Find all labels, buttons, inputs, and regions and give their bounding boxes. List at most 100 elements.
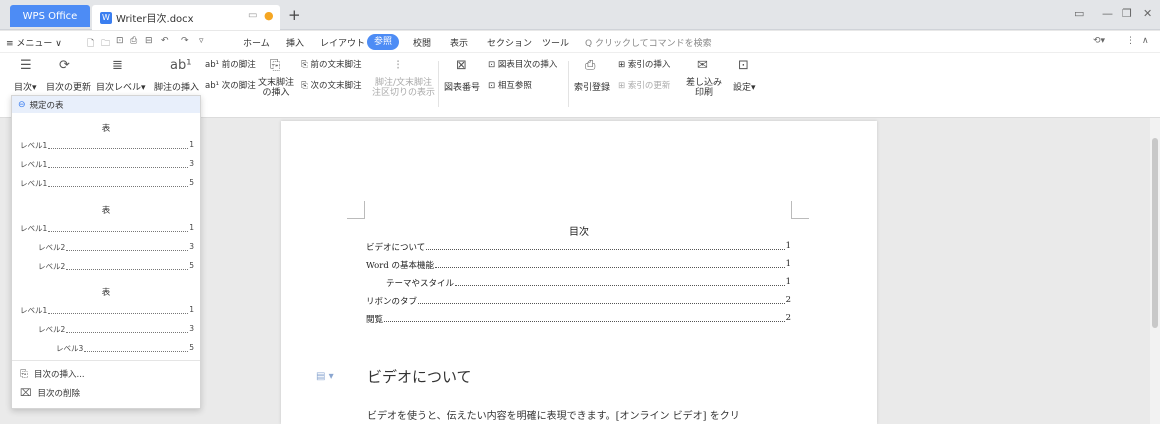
toc-preview-text: レベル1 <box>20 306 48 315</box>
ribbon-divider <box>568 61 569 107</box>
heading-1: ビデオについて <box>367 368 472 386</box>
index-entry-button[interactable]: 索引登録 <box>574 80 610 93</box>
open-icon[interactable]: 🗀 <box>101 36 110 52</box>
toc-preview-text: レベル1 <box>20 141 48 150</box>
toc-preview-text: レベル1 <box>20 160 48 169</box>
toc-entry-page: 1 <box>785 259 791 269</box>
toc-button[interactable]: 目次▾ <box>14 80 37 93</box>
mail-merge-button[interactable]: 差し込み 印刷 <box>686 78 722 98</box>
tab-home[interactable]: ホーム <box>243 36 270 49</box>
index-update-button: ⊞ 索引の更新 <box>618 81 671 91</box>
toc-preview-row: レベル1 3 <box>20 159 194 170</box>
paragraph-handle-icon[interactable]: ▤ ▾ <box>316 371 334 382</box>
title-bar: WPS Office W Writer目次.docx ▭ ● + ▭ — ❐ ✕ <box>0 0 1160 30</box>
toc-entry[interactable]: 閲覧 2 <box>366 313 791 325</box>
command-search[interactable]: Q クリックしてコマンドを検索 <box>585 36 712 49</box>
prev-endnote-button[interactable]: ⎘ 前の文末脚注 <box>301 58 362 70</box>
tab-layout[interactable]: レイアウト <box>320 36 365 49</box>
dropdown-divider <box>12 360 200 361</box>
endnote-icon[interactable]: ⎘ <box>270 58 280 73</box>
tab-section[interactable]: セクション <box>487 36 532 49</box>
toc-preview-text: レベル3 <box>56 344 84 353</box>
new-icon[interactable]: 🗋 <box>87 36 94 52</box>
index-insert-button[interactable]: ⊞ 索引の挿入 <box>618 58 670 70</box>
collapse-ribbon-icon[interactable]: ∧ <box>1142 36 1149 46</box>
settings-button[interactable]: 設定▾ <box>733 80 756 93</box>
leader-dots <box>455 277 785 286</box>
tab-references[interactable]: 参照 <box>367 34 400 50</box>
minimize-icon[interactable]: — <box>1102 7 1113 20</box>
toc-entry-text: 閲覧 <box>366 315 384 325</box>
toc-level-button[interactable]: 目次レベル▾ <box>96 80 146 93</box>
leader-dots <box>84 343 189 352</box>
delete-toc-label: 目次の削除 <box>37 389 81 399</box>
toc-preview-text: レベル2 <box>38 243 66 252</box>
toc-preview-page: 5 <box>189 261 194 270</box>
minus-circle-icon[interactable]: ⊖ <box>18 100 26 110</box>
next-footnote-button[interactable]: ab¹ 次の脚注 <box>205 79 256 91</box>
toc-entry-page: 1 <box>785 277 791 287</box>
mail-merge-icon[interactable]: ✉ <box>697 58 708 73</box>
settings-icon[interactable]: ⊡ <box>738 58 749 73</box>
document-tab[interactable]: W Writer目次.docx ▭ ● <box>92 5 280 30</box>
toc-entry[interactable]: リボンのタブ 2 <box>366 295 791 307</box>
caption-button[interactable]: 図表番号 <box>444 80 480 93</box>
prev-footnote-button[interactable]: ab¹ 前の脚注 <box>205 58 256 70</box>
toc-preview-row: レベル2 3 <box>38 242 194 253</box>
leader-dots <box>426 241 785 250</box>
cross-reference-button[interactable]: ⊡ 相互参照 <box>488 79 532 91</box>
next-endnote-button[interactable]: ⎘ 次の文末脚注 <box>301 79 362 91</box>
endnote-insert-label-1: 文末脚注 <box>258 78 295 88</box>
toc-style-label: 表 <box>101 206 111 216</box>
footnote-icon[interactable]: ab¹ <box>170 58 191 73</box>
document-tab-label: Writer目次.docx <box>116 14 194 25</box>
leader-dots <box>418 295 785 304</box>
toc-update-button[interactable]: 目次の更新 <box>46 80 91 93</box>
toc-entry[interactable]: Word の基本機能 1 <box>366 259 791 271</box>
document-page[interactable]: 目次 ビデオについて 1 Word の基本機能 1 テーマやスタイル 1 リボンのタブ… <box>281 121 877 424</box>
undo-icon[interactable]: ↶ <box>161 36 169 46</box>
more-icon[interactable]: ⋮ <box>1126 36 1135 46</box>
toc-icon[interactable]: ☰ <box>20 58 32 73</box>
footnote-insert-button[interactable]: 脚注の挿入 <box>154 80 199 93</box>
figure-toc-button[interactable]: ⊡ 図表目次の挿入 <box>488 58 557 70</box>
close-icon[interactable]: ✕ <box>1143 7 1152 20</box>
layout-icon[interactable]: ▭ <box>1074 7 1084 20</box>
print-preview-icon[interactable]: ⊟ <box>145 36 153 46</box>
new-tab-plus-icon[interactable]: + <box>288 6 301 24</box>
toc-level-icon[interactable]: ≣ <box>112 58 123 73</box>
leader-dots <box>48 140 189 149</box>
print-icon[interactable]: ⎙ <box>130 36 137 46</box>
caption-icon[interactable]: ⊠ <box>456 58 467 73</box>
delete-toc-menu-item[interactable]: ⌧ 目次の削除 <box>20 387 81 400</box>
toc-preview-row: レベル1 5 <box>20 178 194 189</box>
scrollbar-thumb[interactable] <box>1152 138 1158 328</box>
share-icon[interactable]: ▭ <box>248 10 257 21</box>
toc-preview-row: レベル1 1 <box>20 223 194 234</box>
endnote-insert-button[interactable]: 文末脚注 の挿入 <box>258 78 294 98</box>
toc-style-label: 表 <box>101 288 111 298</box>
leader-dots <box>66 242 189 251</box>
leader-dots <box>434 259 785 268</box>
toc-entry[interactable]: ビデオについて 1 <box>366 241 791 253</box>
tab-tools[interactable]: ツール <box>542 36 569 49</box>
insert-toc-menu-item[interactable]: ⎘ 目次の挿入... <box>20 368 85 381</box>
toc-entry[interactable]: テーマやスタイル 1 <box>386 277 791 289</box>
main-menu-button[interactable]: ≡ メニュー ∨ <box>6 36 62 49</box>
toc-style-label: 表 <box>101 124 111 134</box>
customize-icon[interactable]: ▿ <box>199 36 204 46</box>
redo-icon[interactable]: ↷ <box>181 36 189 46</box>
save-icon[interactable]: ⊡ <box>116 36 124 46</box>
tab-insert[interactable]: 挿入 <box>286 36 304 49</box>
index-entry-icon[interactable]: ⎙ <box>585 58 595 73</box>
tab-review[interactable]: 校閲 <box>413 36 431 49</box>
toc-update-icon[interactable]: ⟳ <box>59 58 70 73</box>
app-tab-wps-office[interactable]: WPS Office <box>10 5 90 27</box>
toc-entry-text: テーマやスタイル <box>386 279 455 289</box>
tab-view[interactable]: 表示 <box>450 36 468 49</box>
restore-icon[interactable]: ❐ <box>1122 7 1132 20</box>
vertical-scrollbar[interactable] <box>1150 118 1160 424</box>
sync-icon[interactable]: ⟲▾ <box>1093 36 1105 46</box>
ribbon-divider <box>438 61 439 107</box>
leader-dots <box>66 324 189 333</box>
